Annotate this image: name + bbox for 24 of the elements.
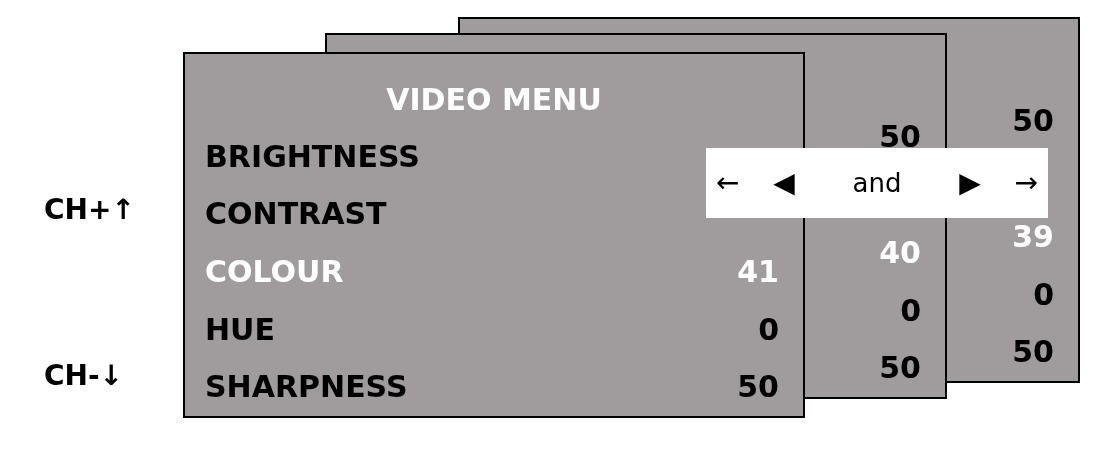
menu-item-label: BRIGHTNESS — [205, 141, 420, 172]
menu-item-label: SHARPNESS — [205, 372, 408, 403]
arrow-glyph: ▶ — [959, 169, 981, 197]
menu-item-value: 50 — [879, 122, 921, 153]
arrow-glyph: ◀ — [773, 169, 795, 197]
menu-item-value: 50 — [879, 353, 921, 384]
menu-item-value: 39 — [1012, 222, 1054, 252]
menu-item-value: 40 — [879, 238, 921, 268]
arrow-glyph: ← — [716, 169, 740, 197]
menu-item-value: 50 — [1012, 106, 1054, 137]
channel-key-label: CH-↓ — [44, 362, 124, 390]
channel-key-label: CH+↑ — [44, 196, 135, 224]
menu-item-value: 0 — [900, 295, 921, 326]
menu-item-value: 0 — [1033, 279, 1054, 310]
menu-item-value: 41 — [737, 256, 779, 287]
menu-item-value: 0 — [758, 314, 779, 345]
menu-item-label: CONTRAST — [205, 199, 387, 230]
menu-item-value: 50 — [737, 372, 779, 403]
menu-title: VIDEO MENU — [386, 84, 602, 115]
menu-item-value: 50 — [1012, 337, 1054, 368]
menu-item-label: COLOUR — [205, 256, 344, 287]
menu-item-label: HUE — [205, 314, 275, 345]
arrow-glyph: → — [1014, 169, 1038, 197]
hint-text: and — [851, 170, 903, 196]
